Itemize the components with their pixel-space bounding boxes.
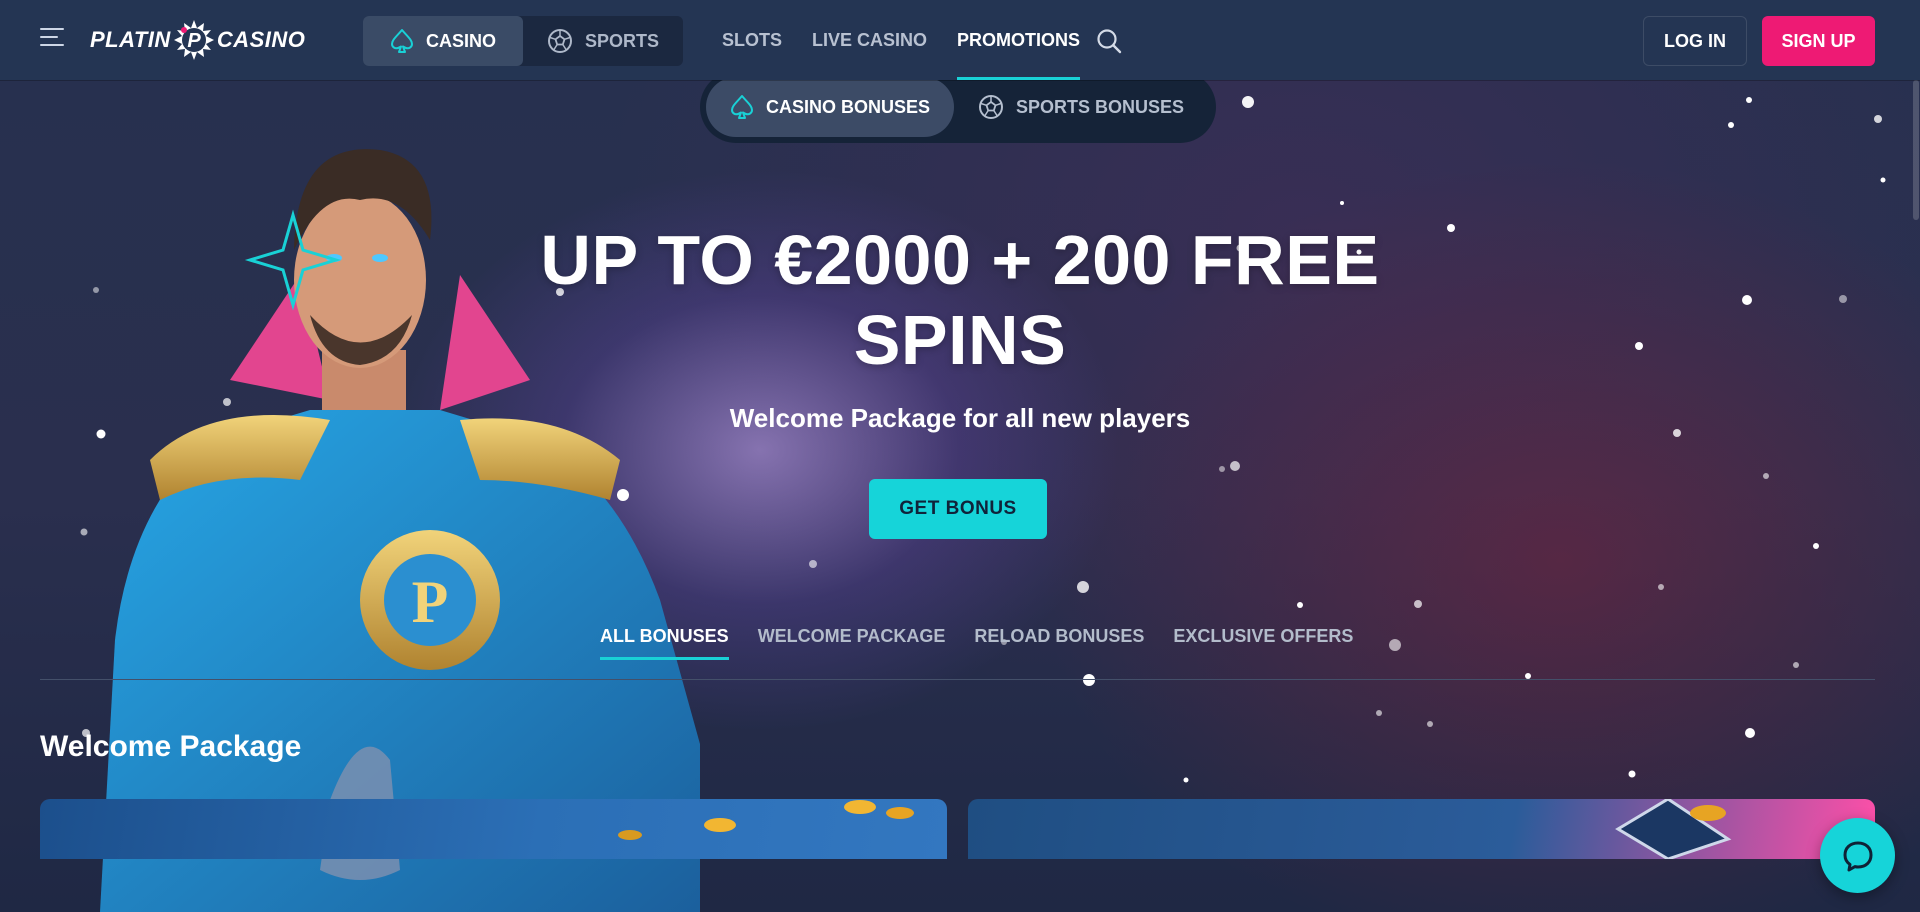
casino-sports-switch: CASINO SPORTS: [363, 16, 683, 66]
live-chat-button[interactable]: [1820, 818, 1895, 893]
main-nav: SLOTS LIVE CASINO PROMOTIONS: [722, 0, 1110, 80]
spade-icon: [390, 29, 413, 53]
signup-button[interactable]: SIGN UP: [1762, 16, 1875, 66]
sports-mode-label: SPORTS: [584, 30, 659, 51]
site-header: PLATIN P CASINO CASINO SPORTS SLOTS LIVE: [0, 0, 1920, 80]
hero-subtitle: Welcome Package for all new players: [729, 403, 1191, 433]
bonus-filter-tabs: ALL BONUSES WELCOME PACKAGE RELOAD BONUS…: [600, 620, 1382, 660]
tab-welcome-package[interactable]: WELCOME PACKAGE: [758, 620, 946, 660]
tab-all-bonuses[interactable]: ALL BONUSES: [600, 620, 729, 660]
hero-title-line-1: UP TO €2000 + 200 FREE: [540, 221, 1380, 299]
casino-mode-button[interactable]: CASINO: [363, 16, 523, 66]
tab-exclusive-offers[interactable]: EXCLUSIVE OFFERS: [1173, 620, 1353, 660]
svg-text:P: P: [412, 569, 449, 635]
tab-reload-bonuses[interactable]: RELOAD BONUSES: [974, 620, 1144, 660]
promo-card[interactable]: [40, 799, 947, 859]
hero-title: UP TO €2000 + 200 FREE SPINS: [520, 220, 1400, 380]
platin-casino-logo[interactable]: PLATIN P CASINO: [90, 18, 305, 62]
nav-item-live-casino[interactable]: LIVE CASINO: [812, 0, 927, 80]
logo-sunburst-mark: P: [173, 20, 214, 60]
sports-bonuses-button[interactable]: SPORTS BONUSES: [954, 77, 1208, 137]
logo-mark-letter: P: [187, 30, 201, 52]
casino-mode-label: CASINO: [425, 30, 496, 51]
bonus-type-switch: CASINO BONUSES SPORTS BONUSES: [700, 71, 1216, 143]
casino-bonuses-label: CASINO BONUSES: [766, 96, 931, 117]
hamburger-menu-icon[interactable]: [40, 28, 68, 52]
nav-item-promotions[interactable]: PROMOTIONS: [957, 0, 1081, 80]
gift-illustration: [1615, 799, 1732, 859]
section-title: Welcome Package: [40, 730, 302, 763]
promo-card[interactable]: [968, 799, 1875, 859]
superhero-mascot-illustration: P: [100, 149, 700, 912]
tabs-divider: [40, 679, 1875, 680]
sports-mode-button[interactable]: SPORTS: [523, 16, 683, 66]
spade-icon: [731, 95, 753, 119]
coins-illustration: [618, 800, 914, 840]
soccer-ball-icon: [979, 95, 1004, 119]
login-button[interactable]: LOG IN: [1643, 16, 1747, 66]
soccer-ball-icon: [547, 29, 572, 53]
nav-item-slots[interactable]: SLOTS: [722, 0, 782, 80]
logo-text-left: PLATIN: [90, 27, 171, 52]
get-bonus-button[interactable]: GET BONUS: [869, 479, 1047, 539]
hero-title-line-2: SPINS: [853, 301, 1067, 379]
search-icon[interactable]: [1096, 28, 1122, 54]
logo-text-right: CASINO: [216, 27, 306, 52]
page-scrollbar[interactable]: [1913, 80, 1919, 220]
chat-bubble-icon: [1843, 841, 1872, 871]
sports-bonuses-label: SPORTS BONUSES: [1016, 96, 1185, 117]
casino-bonuses-button[interactable]: CASINO BONUSES: [706, 77, 955, 137]
